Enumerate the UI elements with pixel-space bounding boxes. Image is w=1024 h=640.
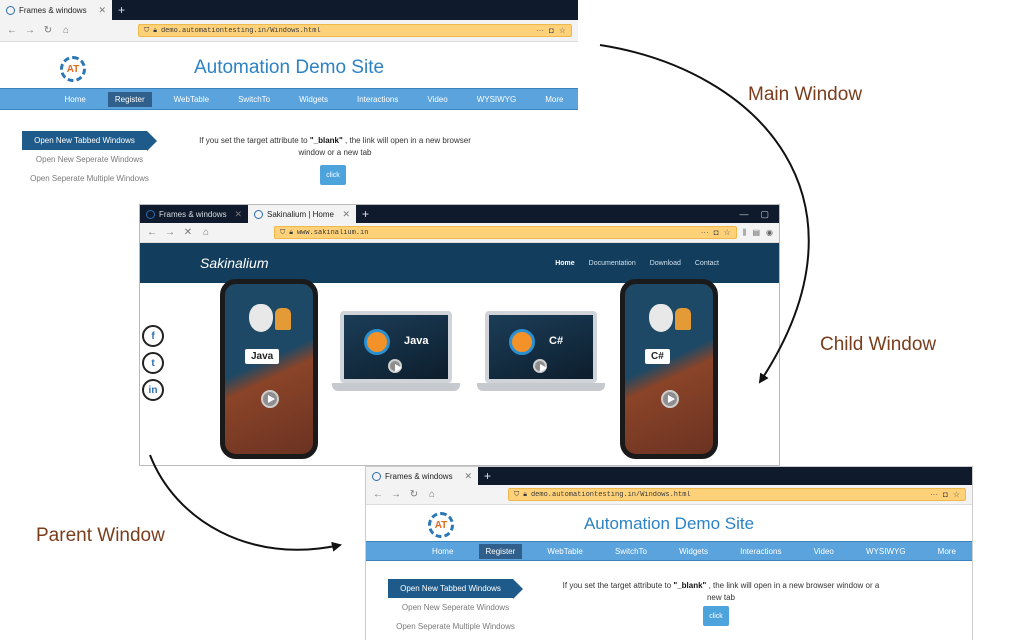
main-window-label: Main Window bbox=[748, 84, 863, 105]
parent-window-label: Parent Window bbox=[36, 525, 165, 546]
child-to-parent-arrow bbox=[149, 454, 342, 552]
child-window-label: Child Window bbox=[820, 334, 937, 355]
